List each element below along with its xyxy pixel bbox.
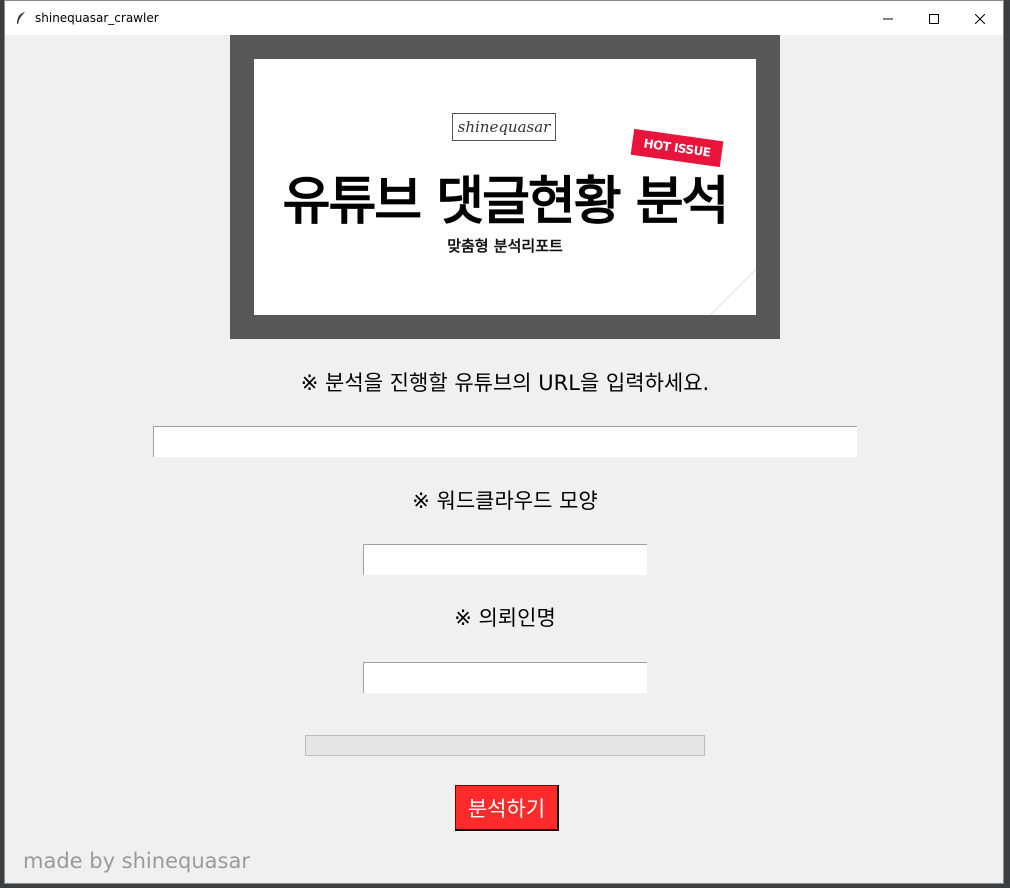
url-label: ※ 분석을 진행할 유튜브의 URL을 입력하세요. (300, 371, 710, 395)
wordcloud-shape-input[interactable] (363, 544, 647, 575)
minimize-icon (883, 9, 893, 28)
window-controls (865, 1, 1003, 35)
title-bar[interactable]: shinequasar_crawler (5, 1, 1003, 35)
url-input[interactable] (153, 426, 857, 457)
maximize-icon (929, 9, 939, 28)
banner-title: 유튜브 댓글현황 분석 (282, 172, 730, 232)
banner-paper: shinequasar HOT ISSUE 유튜브 댓글현황 분석 맞춤형 분석… (254, 59, 756, 315)
wordcloud-shape-label: ※ 워드클라우드 모양 (412, 489, 598, 513)
close-button[interactable] (957, 1, 1003, 35)
client-name-label: ※ 의뢰인명 (454, 606, 556, 630)
footer-credit: made by shinequasar (23, 849, 250, 873)
brand-logo: shinequasar (452, 113, 556, 141)
banner-subtitle: 맞춤형 분석리포트 (447, 237, 563, 255)
maximize-button[interactable] (911, 1, 957, 35)
feather-icon (15, 11, 27, 25)
analyze-button[interactable]: 분석하기 (455, 785, 559, 831)
client-name-input[interactable] (363, 662, 647, 693)
minimize-button[interactable] (865, 1, 911, 35)
progress-bar (305, 735, 705, 756)
banner-image: shinequasar HOT ISSUE 유튜브 댓글현황 분석 맞춤형 분석… (230, 35, 780, 339)
window-title: shinequasar_crawler (35, 11, 159, 25)
close-icon (974, 9, 986, 28)
app-window: shinequasar_crawler shinequasar HOT ISSU… (4, 0, 1004, 884)
